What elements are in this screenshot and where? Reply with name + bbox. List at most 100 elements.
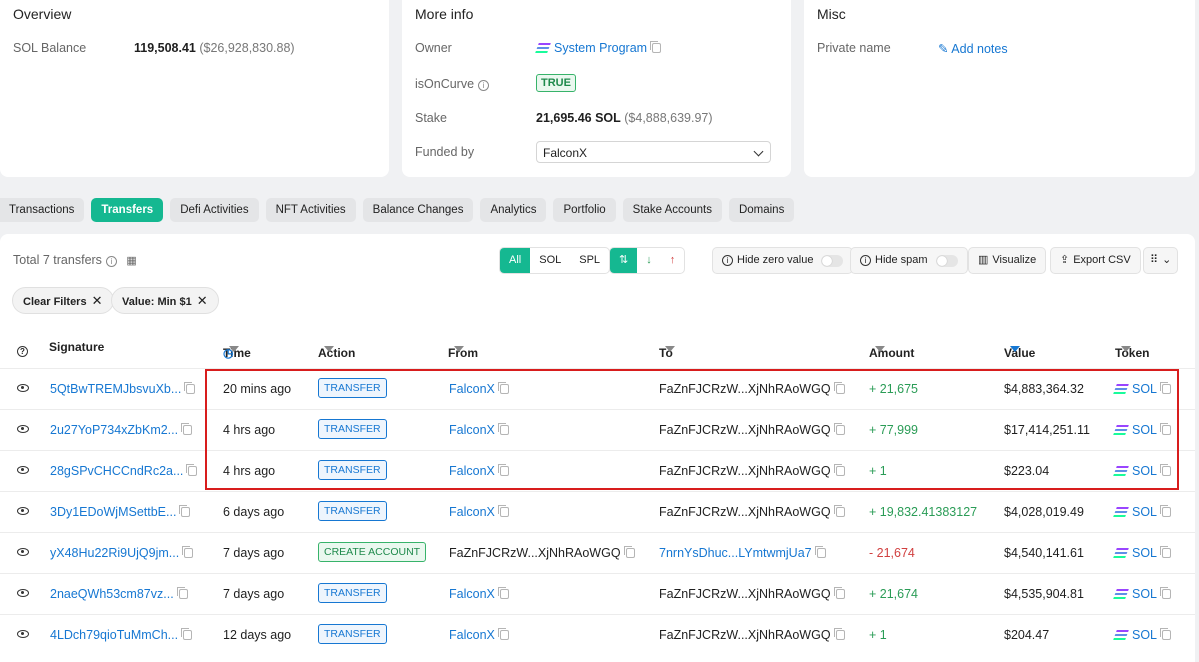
copy-icon[interactable] xyxy=(184,382,196,394)
close-icon[interactable]: ✕ xyxy=(197,293,208,308)
signature-link[interactable]: 3Dy1EDoWjMSettbE... xyxy=(50,505,191,519)
from-address[interactable]: FaZnFJCRzW...XjNhRAoWGQ xyxy=(449,546,635,560)
hide-spam-toggle[interactable]: i Hide spam xyxy=(850,247,968,274)
tab-analytics[interactable]: Analytics xyxy=(480,198,547,222)
funded-by-select[interactable]: FalconX xyxy=(536,141,771,163)
filter-icon[interactable] xyxy=(229,346,239,352)
eye-icon[interactable] xyxy=(17,425,29,433)
table-row[interactable]: 2naeQWh53cm87vz... 7 days ago TRANSFER F… xyxy=(0,573,1195,614)
copy-icon[interactable] xyxy=(650,41,662,53)
tab-transfers[interactable]: Transfers xyxy=(91,198,164,222)
copy-icon[interactable] xyxy=(182,546,194,558)
action-badge: TRANSFER xyxy=(318,624,387,644)
copy-icon[interactable] xyxy=(176,587,188,599)
copy-icon[interactable] xyxy=(814,546,826,558)
signature-link[interactable]: 28gSPvCHCCndRc2a... xyxy=(50,464,198,478)
copy-icon[interactable] xyxy=(497,628,509,640)
signature-link[interactable]: 5QtBwTREMJbsvuXb... xyxy=(50,382,196,396)
copy-icon[interactable] xyxy=(497,505,509,517)
toggle-switch[interactable] xyxy=(821,254,844,267)
visualize-label: Visualize xyxy=(992,254,1037,266)
hide-zero-toggle[interactable]: i Hide zero value xyxy=(712,247,854,274)
eye-icon[interactable] xyxy=(17,466,29,474)
signature-link[interactable]: yX48Hu22Ri9UjQ9jm... xyxy=(50,546,194,560)
copy-icon[interactable] xyxy=(1160,546,1172,558)
token-link[interactable]: SOL xyxy=(1113,546,1172,560)
copy-icon[interactable] xyxy=(181,423,193,435)
copy-icon[interactable] xyxy=(833,628,845,640)
table-row[interactable]: 4LDch79qioTuMmCh... 12 days ago TRANSFER… xyxy=(0,614,1195,655)
tab-transactions[interactable]: Transactions xyxy=(0,198,85,222)
copy-icon[interactable] xyxy=(186,464,198,476)
tab-domains[interactable]: Domains xyxy=(728,198,795,222)
signature-link[interactable]: 2u27YoP734xZbKm2... xyxy=(50,423,193,437)
copy-icon[interactable] xyxy=(1160,505,1172,517)
tab-stake-accounts[interactable]: Stake Accounts xyxy=(622,198,722,222)
tab-nft-activities[interactable]: NFT Activities xyxy=(265,198,356,222)
clear-filters-chip[interactable]: Clear Filters ✕ xyxy=(12,287,114,314)
both-directions-icon[interactable]: ⇅ xyxy=(610,248,638,273)
col-signature: Signature xyxy=(49,340,105,354)
info-icon: i xyxy=(478,80,490,91)
value-cell: $4,535,904.81 xyxy=(1004,587,1084,601)
time-cell: 12 days ago xyxy=(223,628,292,642)
from-address[interactable]: FalconX xyxy=(449,505,509,519)
tab-balance-changes[interactable]: Balance Changes xyxy=(362,198,474,222)
to-address[interactable]: FaZnFJCRzW...XjNhRAoWGQ xyxy=(659,587,845,601)
token-link[interactable]: SOL xyxy=(1113,587,1172,601)
filter-sol[interactable]: SOL xyxy=(530,248,570,273)
value-filter-chip[interactable]: Value: Min $1 ✕ xyxy=(111,287,219,314)
to-address[interactable]: FaZnFJCRzW...XjNhRAoWGQ xyxy=(659,628,845,642)
eye-icon[interactable] xyxy=(17,589,29,597)
copy-icon[interactable] xyxy=(833,587,845,599)
funded-by-label: Funded by xyxy=(415,145,475,159)
column-settings-button[interactable]: ⠿ ⌄ xyxy=(1143,247,1179,274)
toggle-switch[interactable] xyxy=(935,254,958,267)
filter-all[interactable]: All xyxy=(500,248,531,273)
owner-value[interactable]: System Program xyxy=(535,41,662,55)
eye-icon[interactable] xyxy=(17,548,29,556)
copy-icon[interactable] xyxy=(497,587,509,599)
to-address[interactable]: FaZnFJCRzW...XjNhRAoWGQ xyxy=(659,505,845,519)
table-row[interactable]: 3Dy1EDoWjMSettbE... 6 days ago TRANSFER … xyxy=(0,491,1195,532)
outgoing-icon[interactable]: ↑ xyxy=(661,248,684,273)
token-link[interactable]: SOL xyxy=(1113,628,1172,642)
sol-balance-label: SOL Balance xyxy=(13,41,87,55)
grid-dots-icon: ⠿ xyxy=(1150,254,1159,266)
signature-link[interactable]: 4LDch79qioTuMmCh... xyxy=(50,628,193,642)
chart-icon[interactable]: ▦ xyxy=(126,255,136,267)
token-link[interactable]: SOL xyxy=(1113,505,1172,519)
filter-active-icon[interactable] xyxy=(1010,346,1020,352)
filter-icon[interactable] xyxy=(875,346,885,352)
copy-icon[interactable] xyxy=(1160,628,1172,640)
from-address[interactable]: FalconX xyxy=(449,628,509,642)
filter-spl[interactable]: SPL xyxy=(570,248,609,273)
eye-icon[interactable] xyxy=(17,507,29,515)
from-address[interactable]: FalconX xyxy=(449,587,509,601)
to-address[interactable]: 7nrnYsDhuc...LYmtwmjUa7 xyxy=(659,546,826,560)
add-notes-link[interactable]: ✎ Add notes xyxy=(938,41,1008,56)
copy-icon[interactable] xyxy=(1160,587,1172,599)
close-icon[interactable]: ✕ xyxy=(92,293,103,308)
hide-spam-label: Hide spam xyxy=(875,254,928,266)
tab-portfolio[interactable]: Portfolio xyxy=(553,198,616,222)
tab-defi-activities[interactable]: Defi Activities xyxy=(170,198,259,222)
filter-icon[interactable] xyxy=(324,346,334,352)
signature-link[interactable]: 2naeQWh53cm87vz... xyxy=(50,587,188,601)
table-row[interactable]: yX48Hu22Ri9UjQ9jm... 7 days ago CREATE A… xyxy=(0,532,1195,573)
copy-icon[interactable] xyxy=(833,505,845,517)
eye-icon[interactable] xyxy=(17,384,29,392)
copy-icon[interactable] xyxy=(179,505,191,517)
sol-balance-value: 119,508.41 ($26,928,830.88) xyxy=(134,41,295,55)
export-csv-button[interactable]: ⇪ Export CSV xyxy=(1050,247,1141,274)
filter-icon[interactable] xyxy=(454,346,464,352)
filter-icon[interactable] xyxy=(1121,346,1131,352)
time-cell: 7 days ago xyxy=(223,546,285,560)
filter-icon[interactable] xyxy=(665,346,675,352)
info-icon: i xyxy=(722,255,733,266)
incoming-icon[interactable]: ↓ xyxy=(637,248,661,273)
eye-icon[interactable] xyxy=(17,630,29,638)
copy-icon[interactable] xyxy=(623,546,635,558)
visualize-button[interactable]: ▥ Visualize xyxy=(968,247,1047,274)
copy-icon[interactable] xyxy=(181,628,193,640)
